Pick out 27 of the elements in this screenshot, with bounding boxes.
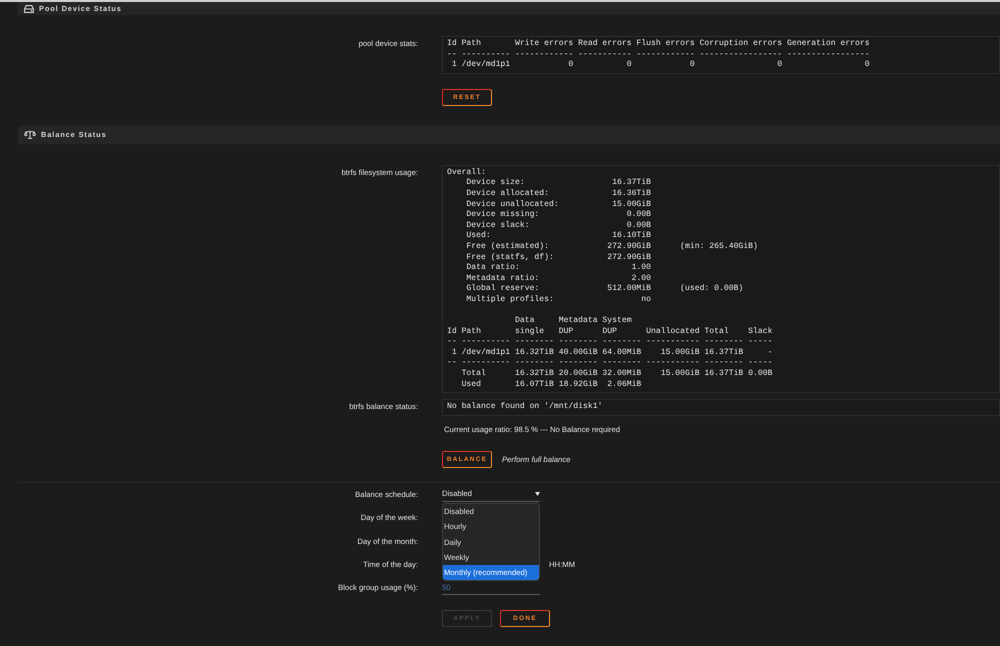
output-line: Total 16.32TiB 20.00GiB 32.00MiB 15.00GiB 16.37TiB 0.00B — [460, 369, 774, 380]
output-line: Device slack: 0.00B — [465, 220, 652, 231]
scale-icon — [24, 130, 36, 140]
output-line: 1 /dev/md1p1 16.32TiB 40.00GiB 64.00MiB 15.00GiB 16.37TiB - — [450, 348, 774, 358]
output-line: Free (statfs, df): 272.90GiB — [465, 252, 652, 263]
output-line: Data Metadata System — [514, 316, 633, 327]
caret-icon — [535, 492, 540, 496]
output-line: -- ---------- ------------ ----------- ------------ ----------------- ----------------- — [447, 50, 871, 60]
output-line: -- ---------- -------- -------- -------- ----------- -------- ----- — [447, 358, 774, 369]
output-line: Device unallocated: 15.00GiB — [465, 200, 652, 210]
output-line: No balance found on '/mnt/disk1' — [447, 402, 604, 413]
output-line: Multiple profiles: no — [465, 294, 652, 306]
output-line: Device allocated: 16.36TiB — [465, 188, 652, 200]
output-line: Device missing: 0.00B — [465, 210, 652, 221]
output-line: Free (estimated): 272.90GiB (min: 265.40GiB) — [465, 242, 759, 253]
output-line: Metadata ratio: 2.00 — [465, 274, 652, 284]
output-line: 1 /dev/md1p1 0 0 0 0 0 — [450, 60, 871, 71]
output-line: -- ---------- -------- -------- -------- ----------- -------- ----- — [447, 337, 774, 348]
output-line: Used 16.07TiB 18.92GiB 2.06MiB — [460, 380, 642, 390]
output-line: Data ratio: 1.00 — [465, 263, 652, 274]
drive-icon — [24, 4, 34, 12]
output-line: Overall: — [447, 168, 487, 178]
output-line: Id Path Write errors Read errors Flush errors Corruption errors Generation errors — [447, 39, 871, 50]
output-line: Used: 16.10TiB — [465, 231, 652, 242]
output-line: Device size: 16.37TiB — [465, 178, 652, 189]
output-line: Global reserve: 512.00MiB (used: 0.00B) — [465, 284, 744, 295]
output-line: Id Path single DUP DUP Unallocated Total Slack — [447, 326, 774, 338]
